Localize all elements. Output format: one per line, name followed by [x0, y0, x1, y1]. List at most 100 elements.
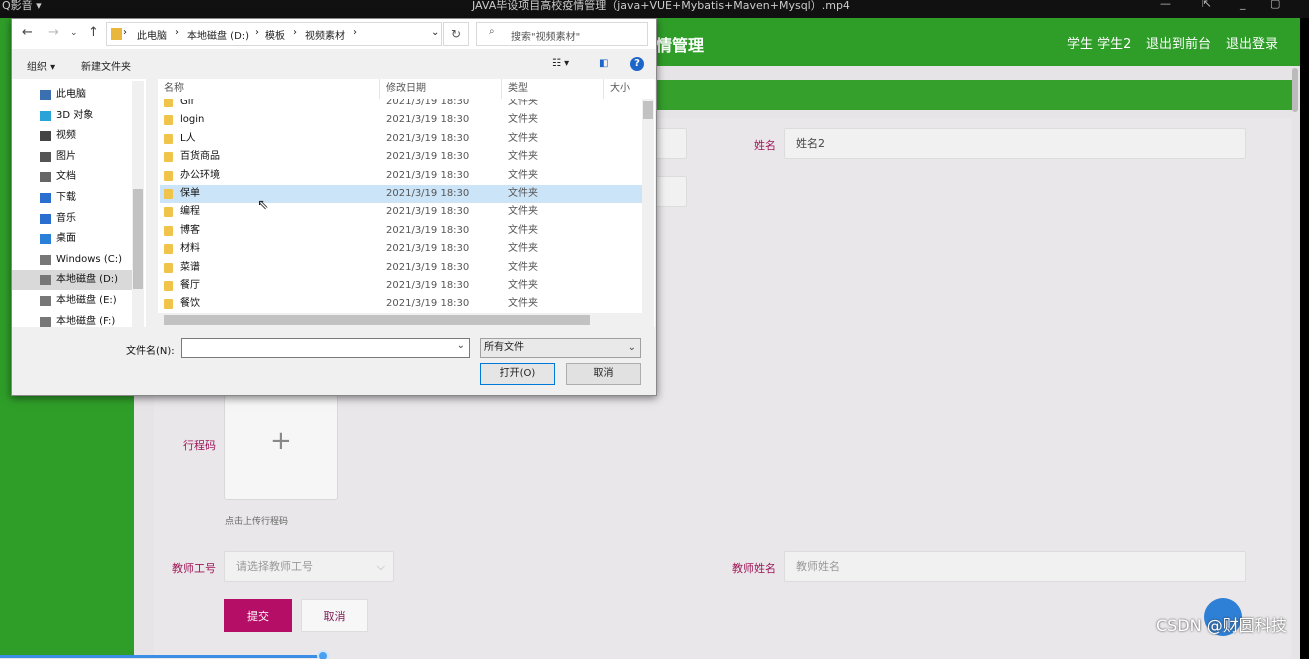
- file-row[interactable]: 办公环境 2021/3/19 18:30 文件夹: [160, 167, 642, 185]
- crumb-template[interactable]: 模板: [265, 27, 285, 42]
- cube-icon: [40, 110, 51, 121]
- nav-scroll-thumb[interactable]: [133, 189, 143, 289]
- file-name: 餐饮: [180, 298, 200, 310]
- folder-icon: [164, 281, 173, 291]
- nav-logout-link[interactable]: 退出登录: [1226, 33, 1278, 52]
- file-type: 文件夹: [508, 280, 538, 291]
- filename-input[interactable]: ⌄: [181, 338, 470, 358]
- file-row[interactable]: 百货商品 2021/3/19 18:30 文件夹: [160, 148, 642, 166]
- nav-user[interactable]: 学生 学生2: [1067, 33, 1131, 52]
- name-field[interactable]: 姓名2: [784, 128, 1246, 159]
- file-row[interactable]: 博客 2021/3/19 18:30 文件夹: [160, 222, 642, 240]
- address-bar[interactable]: › 此电脑 › 本地磁盘 (D:) › 模板 › 视频素材 › ⌄: [106, 22, 442, 46]
- crumb-this-pc[interactable]: 此电脑: [137, 27, 167, 42]
- file-row[interactable]: login 2021/3/19 18:30 文件夹: [160, 111, 642, 129]
- new-folder-button[interactable]: 新建文件夹: [81, 58, 131, 73]
- crumb-sep: ›: [255, 27, 259, 38]
- file-name: 百货商品: [180, 151, 220, 163]
- player-app-menu[interactable]: Q影音 ▾: [2, 0, 42, 13]
- minimize-window-icon[interactable]: _: [1240, 0, 1246, 10]
- nav-item-label: 桌面: [56, 233, 76, 245]
- cancel-button[interactable]: 取消: [566, 363, 641, 385]
- nav-item[interactable]: 本地磁盘 (D:): [12, 270, 132, 291]
- file-row[interactable]: 餐厅 2021/3/19 18:30 文件夹: [160, 277, 642, 295]
- nav-item[interactable]: Windows (C:): [12, 250, 132, 270]
- file-date: 2021/3/19 18:30: [386, 169, 470, 181]
- column-name[interactable]: 名称: [158, 79, 380, 99]
- crumb-drive-d[interactable]: 本地磁盘 (D:): [187, 27, 249, 42]
- nav-item[interactable]: 此电脑: [12, 85, 132, 105]
- file-list-vscroll[interactable]: [642, 99, 654, 327]
- nav-item-label: 本地磁盘 (D:): [56, 274, 119, 286]
- nav-item[interactable]: 本地磁盘 (E:): [12, 291, 132, 311]
- column-date[interactable]: 修改日期: [380, 79, 502, 99]
- column-size[interactable]: 大小: [604, 79, 644, 99]
- nav-item[interactable]: 3D 对象: [12, 106, 132, 126]
- field-left-2[interactable]: [654, 176, 687, 207]
- teacher-id-select[interactable]: 请选择教师工号 ⌵: [224, 551, 394, 582]
- address-dropdown-icon[interactable]: ⌄: [431, 27, 439, 38]
- file-row[interactable]: 材料 2021/3/19 18:30 文件夹: [160, 240, 642, 258]
- nav-item[interactable]: 图片: [12, 147, 132, 167]
- nav-pane-scrollbar[interactable]: [132, 81, 144, 327]
- nav-item[interactable]: 桌面: [12, 229, 132, 249]
- nav-item-label: 下载: [56, 192, 76, 203]
- search-input[interactable]: ⌕ 搜索"视频素材": [476, 22, 648, 46]
- nav-item[interactable]: 视频: [12, 126, 132, 146]
- nav-item[interactable]: 本地磁盘 (F:): [12, 312, 132, 327]
- view-options-icon[interactable]: ☷ ▾: [552, 58, 569, 69]
- filetype-select[interactable]: 所有文件 ⌄: [480, 338, 641, 358]
- drive-icon: [40, 275, 51, 286]
- maximize-icon[interactable]: ▢: [1270, 0, 1280, 10]
- folder-icon: [164, 133, 173, 144]
- file-type: 文件夹: [508, 298, 538, 310]
- page-scrollbar[interactable]: [1292, 68, 1298, 112]
- help-icon[interactable]: ?: [630, 57, 644, 71]
- submit-button[interactable]: 提交: [224, 599, 292, 632]
- field-left-1[interactable]: [654, 128, 687, 159]
- file-list-vscroll-thumb[interactable]: [643, 101, 653, 119]
- video-progress-knob[interactable]: [317, 650, 329, 659]
- file-date: 2021/3/19 18:30: [386, 261, 470, 273]
- file-row[interactable]: 编程 2021/3/19 18:30 文件夹: [160, 203, 642, 221]
- organize-button[interactable]: 组织 ▾: [27, 58, 55, 73]
- back-arrow-icon[interactable]: ←: [22, 25, 33, 40]
- file-list-hscroll[interactable]: [158, 313, 642, 327]
- cancel-form-button[interactable]: 取消: [301, 599, 368, 632]
- preview-pane-icon[interactable]: ◧: [599, 58, 608, 69]
- nav-item-label: 3D 对象: [56, 109, 94, 121]
- plus-icon: +: [270, 426, 292, 456]
- folder-icon: [164, 299, 173, 310]
- chevron-down-icon[interactable]: ⌄: [457, 340, 465, 351]
- teacher-name-field[interactable]: 教师姓名: [784, 551, 1246, 582]
- file-row[interactable]: L人 2021/3/19 18:30 文件夹: [160, 130, 642, 148]
- recent-chevron-icon[interactable]: ⌄: [70, 28, 78, 38]
- forward-arrow-icon[interactable]: →: [48, 25, 59, 40]
- trip-code-upload[interactable]: +: [224, 395, 338, 500]
- file-row[interactable]: 保单 2021/3/19 18:30 文件夹: [160, 185, 642, 203]
- refresh-icon[interactable]: ↻: [443, 22, 469, 46]
- file-row[interactable]: 菜谱 2021/3/19 18:30 文件夹: [160, 259, 642, 277]
- nav-item-label: 本地磁盘 (E:): [56, 295, 117, 306]
- nav-item-label: 音乐: [56, 212, 76, 224]
- minimize-icon[interactable]: —: [1160, 0, 1171, 10]
- nav-item[interactable]: 文档: [12, 167, 132, 187]
- nav-item[interactable]: 音乐: [12, 209, 132, 229]
- up-arrow-icon[interactable]: ↑: [88, 25, 99, 40]
- nav-front-link[interactable]: 退出到前台: [1146, 33, 1211, 52]
- file-type: 文件夹: [508, 243, 538, 255]
- file-row[interactable]: 餐饮 2021/3/19 18:30 文件夹: [160, 295, 642, 313]
- column-type[interactable]: 类型: [502, 79, 604, 99]
- file-name: login: [180, 114, 205, 126]
- pin-icon[interactable]: ⇱: [1202, 0, 1211, 10]
- nav-item[interactable]: 下载: [12, 188, 132, 208]
- drive-icon: [40, 254, 51, 265]
- file-list: Gif 2021/3/19 18:30 文件夹 login 2021/3/19 18:3…: [158, 79, 655, 327]
- video-progress-bar[interactable]: [0, 655, 328, 658]
- file-name: 编程: [180, 206, 200, 218]
- file-list-hscroll-thumb[interactable]: [164, 315, 590, 325]
- filename-label: 文件名(N):: [126, 346, 175, 357]
- crumb-video-assets[interactable]: 视频素材: [305, 27, 345, 42]
- open-button[interactable]: 打开(O): [480, 363, 555, 385]
- download-icon: [40, 193, 51, 203]
